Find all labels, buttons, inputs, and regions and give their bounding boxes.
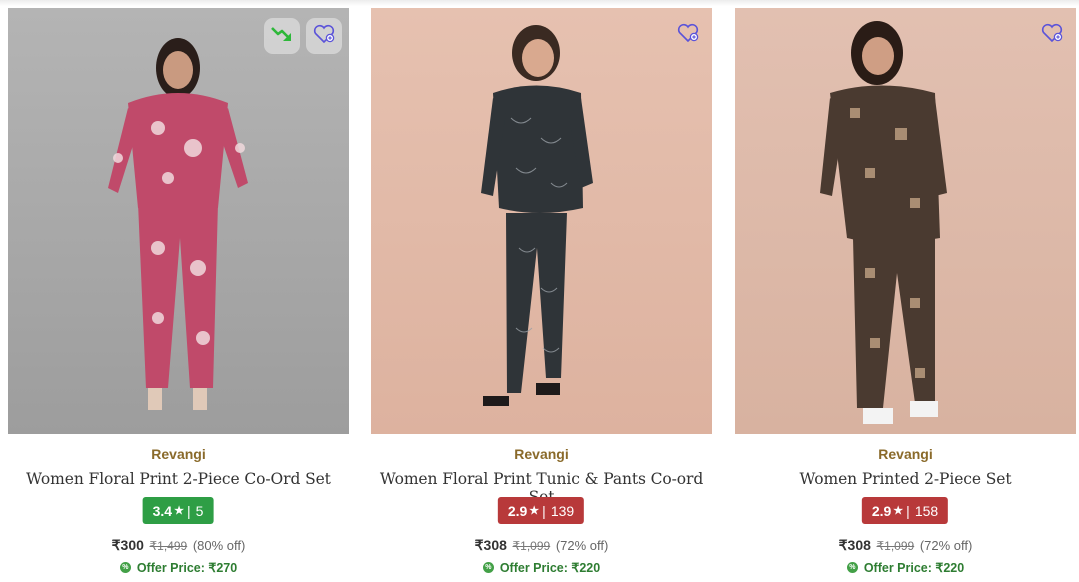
price-drop-button[interactable]	[264, 18, 300, 54]
price-row: ₹300 ₹1,499 (80% off)	[8, 537, 349, 554]
product-card[interactable]: Revangi Women Floral Print Tunic & Pants…	[371, 8, 712, 580]
product-title[interactable]: Women Floral Print 2-Piece Co-Ord Set	[8, 470, 349, 488]
star-icon: ★	[893, 505, 904, 517]
star-icon: ★	[529, 505, 540, 517]
brand-name[interactable]: Revangi	[735, 446, 1076, 462]
offer-percent-icon: %	[119, 562, 131, 573]
wishlist-button[interactable]	[671, 18, 705, 52]
product-title[interactable]: Women Printed 2-Piece Set	[735, 470, 1076, 488]
selling-price: ₹308	[474, 537, 507, 553]
offer-price: Offer Price: ₹220	[499, 561, 601, 575]
rating-value: 3.4	[152, 502, 173, 519]
brand-name[interactable]: Revangi	[8, 446, 349, 462]
rating-value: 2.9	[507, 502, 528, 519]
offer-price: Offer Price: ₹270	[136, 561, 238, 575]
rating-badge: 2.9 ★ | 139	[497, 497, 585, 524]
offer-percent-icon: %	[846, 562, 858, 573]
rating-value: 2.9	[871, 502, 892, 519]
discount-percent: (72% off)	[555, 538, 609, 553]
mrp-price: ₹1,099	[876, 539, 915, 553]
price-drop-icon	[271, 25, 293, 48]
product-image[interactable]	[735, 8, 1076, 434]
wishlist-heart-icon	[1041, 23, 1063, 48]
rating-badge: 3.4 ★ | 5	[142, 497, 214, 524]
offer-price-row: % Offer Price: ₹220	[735, 560, 1076, 575]
wishlist-heart-icon	[677, 23, 699, 48]
product-card[interactable]: Revangi Women Printed 2-Piece Set 2.9 ★ …	[735, 8, 1076, 580]
brand-name[interactable]: Revangi	[371, 446, 712, 462]
offer-price-row: % Offer Price: ₹270	[8, 560, 349, 575]
rating-count: 158	[914, 502, 939, 519]
rating-count: 5	[195, 502, 204, 519]
product-image[interactable]	[371, 8, 712, 434]
offer-price: Offer Price: ₹220	[863, 561, 965, 575]
price-row: ₹308 ₹1,099 (72% off)	[371, 537, 712, 554]
rating-badge: 2.9 ★ | 158	[861, 497, 949, 524]
discount-percent: (80% off)	[192, 538, 246, 553]
mrp-price: ₹1,499	[149, 539, 188, 553]
wishlist-button[interactable]	[306, 18, 342, 54]
offer-price-row: % Offer Price: ₹220	[371, 560, 712, 575]
rating-separator: |	[542, 502, 546, 519]
rating-count: 139	[550, 502, 575, 519]
offer-percent-icon: %	[482, 562, 494, 573]
price-row: ₹308 ₹1,099 (72% off)	[735, 537, 1076, 554]
mrp-price: ₹1,099	[512, 539, 551, 553]
wishlist-heart-icon	[313, 24, 335, 49]
star-icon: ★	[174, 505, 184, 517]
product-card[interactable]: Revangi Women Floral Print 2-Piece Co-Or…	[8, 8, 349, 580]
product-image[interactable]	[8, 8, 349, 434]
rating-separator: |	[186, 502, 191, 519]
selling-price: ₹308	[838, 537, 871, 553]
wishlist-button[interactable]	[1035, 18, 1069, 52]
discount-percent: (72% off)	[919, 538, 973, 553]
rating-separator: |	[906, 502, 910, 519]
selling-price: ₹300	[111, 537, 144, 553]
top-divider	[0, 0, 1079, 6]
